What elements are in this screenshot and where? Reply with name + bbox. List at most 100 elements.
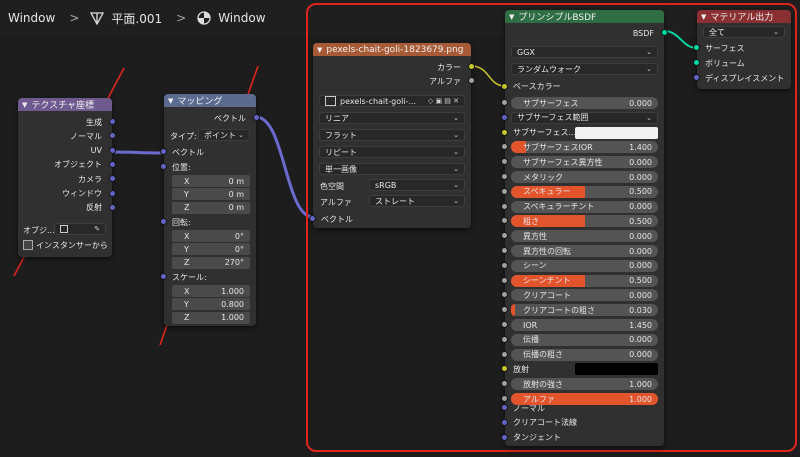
bsdf-input-socket[interactable] <box>501 143 508 151</box>
emission-color-swatch[interactable] <box>575 363 658 376</box>
subsurface-radius-dropdown[interactable]: サブサーフェス範囲 ⌄ <box>511 111 658 124</box>
bsdf-input-socket[interactable] <box>501 276 508 284</box>
bsdf-input-socket[interactable] <box>501 335 508 343</box>
source-dropdown[interactable]: 単一画像 ⌄ <box>319 163 465 175</box>
target-dropdown[interactable]: 全て ⌄ <box>703 26 785 38</box>
tex-coord-output-socket[interactable] <box>109 160 116 168</box>
bsdf-slider[interactable]: クリアコート 0.000 <box>511 289 658 302</box>
bsdf-input-socket[interactable] <box>501 261 508 269</box>
bsdf-input-socket[interactable] <box>501 202 508 210</box>
bsdf-input-socket[interactable] <box>501 217 508 225</box>
bsdf-slider[interactable]: 伝播 0.000 <box>511 333 658 346</box>
bsdf-slider[interactable]: 異方性の回転 0.000 <box>511 245 658 257</box>
bsdf-slider[interactable]: クリアコートの粗さ 0.030 <box>511 304 658 317</box>
interpolation-dropdown[interactable]: リニア ⌄ <box>319 112 465 124</box>
mapping-loc-field[interactable]: Y 0 m <box>172 188 250 201</box>
mapping-loc-field[interactable]: X 0 m <box>172 175 250 187</box>
output-input-socket[interactable] <box>693 44 700 51</box>
material-output-header[interactable]: ▼ マテリアル出力 <box>697 10 791 23</box>
bsdf-input-socket[interactable] <box>501 173 508 180</box>
output-input-socket[interactable] <box>693 59 700 66</box>
mapping-loc-socket[interactable] <box>160 163 167 170</box>
vector-input-socket[interactable] <box>160 148 167 155</box>
extension-dropdown[interactable]: リピート ⌄ <box>319 146 465 158</box>
mapping-loc-field[interactable]: Z 0 m <box>172 201 250 214</box>
checkbox-icon[interactable] <box>23 240 33 250</box>
eyedropper-icon[interactable]: ✎ <box>94 225 100 233</box>
bsdf-input-socket[interactable] <box>501 395 508 402</box>
distribution-dropdown[interactable]: GGX ⌄ <box>511 46 658 58</box>
texture-coordinate-header[interactable]: ▼ テクスチャ座標 <box>18 98 112 111</box>
bsdf-slider[interactable]: スペキュラー 0.500 <box>511 185 658 198</box>
bsdf-slider[interactable]: サブサーフェス異方性 0.000 <box>511 156 658 169</box>
bsdf-slider[interactable]: スペキュラーチント 0.000 <box>511 200 658 213</box>
image-texture-node[interactable]: ▼ pexels-chait-goli-1823679.png カラー アルファ … <box>309 43 475 228</box>
collapse-icon[interactable]: ▼ <box>168 97 173 105</box>
bsdf-input-socket[interactable] <box>501 232 508 240</box>
mapping-scale-field[interactable]: Y 0.800 <box>172 298 250 311</box>
mapping-rot-field[interactable]: Z 270° <box>172 256 250 269</box>
object-field[interactable]: ✎ <box>54 223 106 235</box>
alpha-output-socket[interactable] <box>468 77 475 84</box>
vector-input-socket[interactable] <box>309 215 316 222</box>
fake-user-icon[interactable]: ◇ ▣ ▤ ✕ <box>428 97 459 105</box>
bsdf-input-socket[interactable] <box>501 380 508 388</box>
mapping-rot-socket[interactable] <box>160 218 167 225</box>
bsdf-slider[interactable]: シーン 0.000 <box>511 259 658 272</box>
principled-bsdf-node[interactable]: ▼ プリンシプルBSDF BSDF GGX ⌄ ランダムウォーク ⌄ ベースカラー サ… <box>501 10 668 446</box>
tex-coord-output-socket[interactable] <box>109 189 116 197</box>
bsdf-header[interactable]: ▼ プリンシプルBSDF <box>505 10 664 23</box>
output-input-socket[interactable] <box>693 74 700 81</box>
color-output-socket[interactable] <box>468 63 475 70</box>
bsdf-input-socket[interactable] <box>501 158 508 166</box>
image-file-selector[interactable]: pexels-chait-goli-... ◇ ▣ ▤ ✕ <box>319 95 465 107</box>
image-texture-header[interactable]: ▼ pexels-chait-goli-1823679.png <box>313 43 471 56</box>
bsdf-vector-socket[interactable] <box>501 433 508 441</box>
breadcrumb-plane[interactable]: 平面.001 <box>111 10 162 27</box>
alpha-mode-dropdown[interactable]: ストレート ⌄ <box>369 195 465 207</box>
subsurface-color-swatch[interactable] <box>575 126 658 139</box>
bsdf-input-socket[interactable] <box>501 321 508 328</box>
base-color-socket[interactable] <box>501 83 508 90</box>
texture-coordinate-node[interactable]: ▼ テクスチャ座標 生成 ノーマル UV オブジェクト カメラ ウィンドウ 反射 オブジ...… <box>18 98 116 257</box>
bsdf-input-socket[interactable] <box>501 247 508 254</box>
collapse-icon[interactable]: ▼ <box>701 13 706 21</box>
bsdf-input-socket[interactable] <box>501 113 508 121</box>
bsdf-input-socket[interactable] <box>501 187 508 195</box>
bsdf-slider[interactable]: メタリック 0.000 <box>511 171 658 183</box>
vector-output-socket[interactable] <box>253 114 260 121</box>
bsdf-output-socket[interactable] <box>661 29 668 36</box>
collapse-icon[interactable]: ▼ <box>509 13 514 21</box>
mapping-scale-field[interactable]: X 1.000 <box>172 285 250 297</box>
projection-dropdown[interactable]: フラット ⌄ <box>319 129 465 141</box>
bsdf-slider[interactable]: 粗さ 0.500 <box>511 215 658 228</box>
bsdf-input-socket[interactable] <box>501 291 508 299</box>
collapse-icon[interactable]: ▼ <box>22 101 27 109</box>
bsdf-slider[interactable]: 放射の強さ 1.000 <box>511 378 658 391</box>
color-space-dropdown[interactable]: sRGB ⌄ <box>369 179 465 191</box>
mapping-rot-field[interactable]: Y 0° <box>172 243 250 256</box>
bsdf-slider[interactable]: サブサーフェス 0.000 <box>511 97 658 109</box>
breadcrumb-window[interactable]: Window <box>8 11 55 25</box>
image-icon[interactable] <box>325 96 336 106</box>
bsdf-slider[interactable]: サブサーフェスIOR 1.400 <box>511 141 658 154</box>
mapping-type-dropdown[interactable]: ポイント ⌄ <box>198 129 250 141</box>
mapping-scale-field[interactable]: Z 1.000 <box>172 311 250 324</box>
bsdf-slider[interactable]: IOR 1.450 <box>511 319 658 331</box>
breadcrumb-material[interactable]: Window <box>218 11 265 25</box>
mapping-header[interactable]: ▼ マッピング <box>164 94 256 107</box>
mapping-rot-field[interactable]: X 0° <box>172 230 250 242</box>
bsdf-input-socket[interactable] <box>501 306 508 314</box>
material-output-node[interactable]: ▼ マテリアル出力 全て ⌄ サーフェス ボリューム ディスプレイスメント <box>693 10 791 89</box>
bsdf-vector-socket[interactable] <box>501 404 508 411</box>
tex-coord-output-socket[interactable] <box>109 203 116 211</box>
from-instancer-checkbox[interactable]: インスタンサーから <box>23 239 108 251</box>
bsdf-input-socket[interactable] <box>501 350 508 358</box>
tex-coord-output-socket[interactable] <box>109 146 116 154</box>
bsdf-slider[interactable]: 異方性 0.000 <box>511 230 658 243</box>
mapping-node[interactable]: ▼ マッピング ベクトル タイプ: ポイント ⌄ ベクトル 位置: X 0 mY0 mZ… <box>160 94 260 326</box>
bsdf-input-socket[interactable] <box>501 128 508 136</box>
bsdf-slider[interactable]: シーンチント 0.500 <box>511 274 658 287</box>
bsdf-input-socket[interactable] <box>501 99 508 106</box>
collapse-icon[interactable]: ▼ <box>317 46 322 54</box>
